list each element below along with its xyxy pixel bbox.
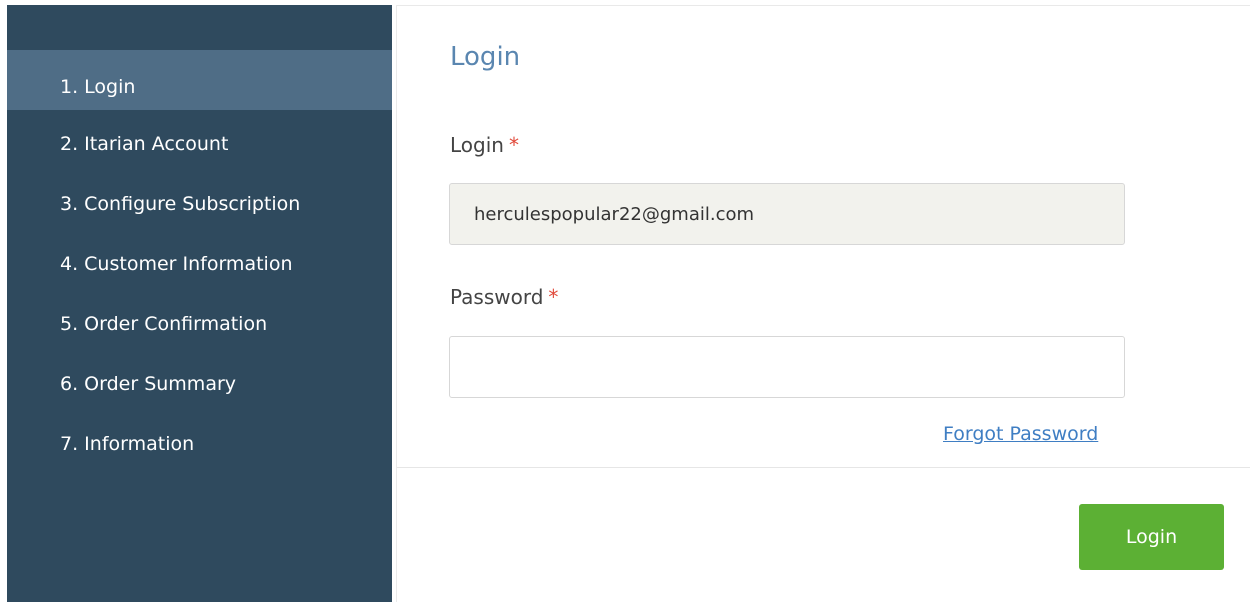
page-title: Login (450, 42, 521, 72)
wizard-steps-sidebar: 1. Login 2. Itarian Account 3. Configure… (7, 5, 392, 602)
sidebar-item-label: 3. Configure Subscription (60, 192, 301, 215)
sidebar-item-label: 1. Login (60, 75, 136, 98)
sidebar-item-configure-subscription[interactable]: 3. Configure Subscription (7, 170, 392, 230)
sidebar-item-label: 4. Customer Information (60, 252, 293, 275)
sidebar-item-label: 2. Itarian Account (60, 132, 229, 155)
sidebar-item-order-confirmation[interactable]: 5. Order Confirmation (7, 290, 392, 350)
sidebar-item-itarian-account[interactable]: 2. Itarian Account (7, 110, 392, 170)
password-field-label: Password * (450, 285, 558, 309)
login-email-input[interactable] (449, 183, 1125, 245)
login-field-label: Login * (450, 133, 519, 157)
form-footer-divider (397, 467, 1250, 468)
sidebar-item-login[interactable]: 1. Login (7, 50, 392, 110)
password-input[interactable] (449, 336, 1125, 398)
sidebar-item-information[interactable]: 7. Information (7, 410, 392, 470)
password-label-text: Password (450, 285, 544, 309)
sidebar-item-order-summary[interactable]: 6. Order Summary (7, 350, 392, 410)
login-button[interactable]: Login (1079, 504, 1224, 570)
forgot-password-link[interactable]: Forgot Password (943, 423, 1098, 445)
sidebar-item-label: 6. Order Summary (60, 372, 237, 395)
sidebar-item-label: 7. Information (60, 432, 195, 455)
panel-left-border (396, 5, 397, 602)
login-label-text: Login (450, 133, 504, 157)
wizard-steps-list: 1. Login 2. Itarian Account 3. Configure… (7, 50, 392, 470)
sidebar-item-customer-information[interactable]: 4. Customer Information (7, 230, 392, 290)
required-asterisk: * (548, 285, 559, 309)
sidebar-item-label: 5. Order Confirmation (60, 312, 268, 335)
required-asterisk: * (508, 133, 519, 157)
panel-top-border (397, 5, 1250, 6)
